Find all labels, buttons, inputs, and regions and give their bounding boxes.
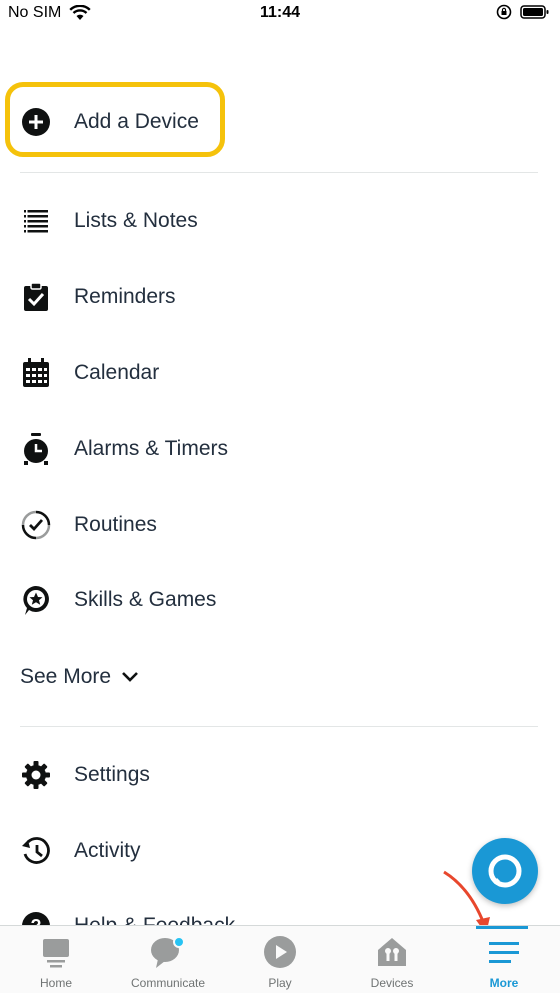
- nav-more[interactable]: More: [448, 926, 560, 993]
- alarm-clock-icon: [20, 433, 52, 465]
- menu-item-skills-games[interactable]: Skills & Games: [0, 570, 560, 630]
- highlight-annotation: [5, 82, 225, 157]
- see-more-label: See More: [20, 665, 112, 688]
- see-more-button[interactable]: See More: [20, 660, 139, 694]
- nav-communicate[interactable]: Communicate: [112, 926, 224, 993]
- devices-icon: [374, 934, 410, 970]
- menu-item-label: Skills & Games: [74, 588, 217, 611]
- routines-icon: [20, 509, 52, 541]
- nav-label: Home: [39, 976, 72, 990]
- nav-devices[interactable]: Devices: [336, 926, 448, 993]
- status-right: [496, 4, 550, 20]
- menu-item-label: Calendar: [74, 361, 160, 384]
- nav-label: Play: [268, 976, 292, 990]
- menu-item-lists-notes[interactable]: Lists & Notes: [0, 191, 560, 251]
- menu-item-calendar[interactable]: Calendar: [0, 343, 560, 403]
- menu-item-label: Settings: [74, 763, 150, 786]
- home-icon: [38, 934, 74, 970]
- calendar-icon: [20, 357, 52, 389]
- skills-icon: [20, 584, 52, 616]
- status-bar: No SIM 11:44: [0, 0, 560, 28]
- menu-item-alarms-timers[interactable]: Alarms & Timers: [0, 419, 560, 479]
- menu-icon: [486, 934, 522, 970]
- active-tab-indicator: [476, 926, 528, 929]
- menu-item-routines[interactable]: Routines: [0, 495, 560, 555]
- clipboard-check-icon: [20, 281, 52, 313]
- gear-icon: [20, 759, 52, 791]
- nav-label: Communicate: [130, 976, 206, 990]
- menu-item-label: Reminders: [74, 285, 176, 308]
- nav-label: More: [489, 976, 519, 990]
- menu-item-reminders[interactable]: Reminders: [0, 267, 560, 327]
- play-icon: [262, 934, 298, 970]
- battery-icon: [520, 5, 549, 19]
- history-icon: [20, 835, 52, 867]
- chevron-down-icon: [122, 672, 138, 682]
- list-icon: [20, 205, 52, 237]
- menu-item-label: Activity: [74, 839, 141, 862]
- divider: [20, 726, 538, 727]
- nav-home[interactable]: Home: [0, 926, 112, 993]
- status-time: 11:44: [259, 4, 301, 21]
- nav-play[interactable]: Play: [224, 926, 336, 993]
- divider: [20, 172, 538, 173]
- nav-label: Devices: [370, 976, 414, 990]
- bottom-nav: Home Communicate Play Devices More: [0, 925, 560, 993]
- menu-item-settings[interactable]: Settings: [0, 745, 560, 805]
- menu-item-label: Alarms & Timers: [74, 437, 229, 460]
- menu-item-label: Lists & Notes: [74, 209, 198, 232]
- menu-item-label: Routines: [74, 513, 157, 536]
- chat-icon: [150, 934, 186, 970]
- orientation-lock-icon: [496, 4, 512, 20]
